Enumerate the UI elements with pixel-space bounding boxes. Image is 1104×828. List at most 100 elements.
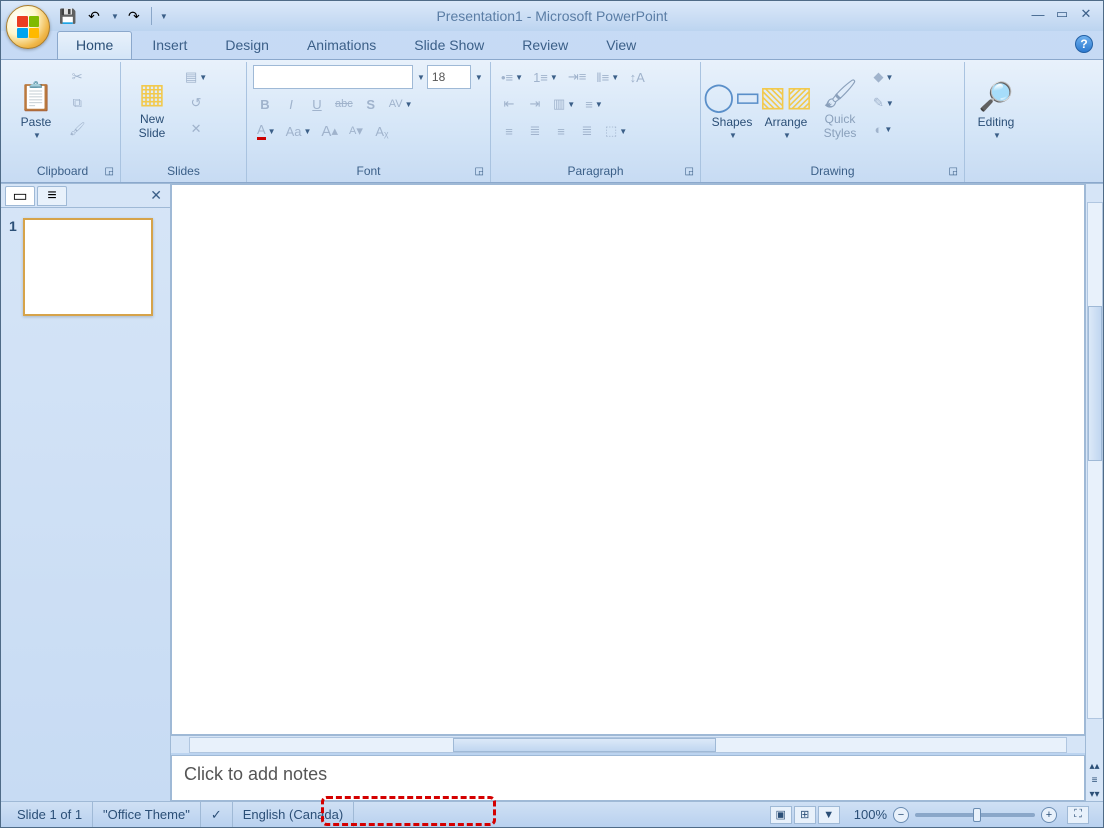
line-spacing-button[interactable]: ‖≡▼ <box>592 65 623 89</box>
redo-icon[interactable]: ↷ <box>123 5 145 27</box>
fit-window-button[interactable]: ⛶ <box>1067 806 1089 824</box>
columns-button[interactable]: ▥▼ <box>549 92 579 116</box>
scissors-icon: ✂ <box>72 69 83 85</box>
slide-layout-button[interactable]: ▤▼ <box>181 65 211 89</box>
quick-styles-button[interactable]: 🖌 Quick Styles <box>815 65 865 143</box>
increase-indent-button[interactable]: ⇥ <box>523 92 547 116</box>
hscroll-thumb[interactable] <box>453 738 716 752</box>
change-case-button[interactable]: Aa▼ <box>282 119 316 143</box>
tab-home[interactable]: Home <box>57 31 132 59</box>
theme-name[interactable]: "Office Theme" <box>93 802 201 827</box>
thumbnail-preview[interactable] <box>23 218 153 316</box>
normal-view-button[interactable]: ▣ <box>770 806 792 824</box>
hscroll-track[interactable] <box>189 737 1067 753</box>
tab-design[interactable]: Design <box>207 32 287 59</box>
numbering-button[interactable]: 1≡▼ <box>529 65 562 89</box>
horizontal-scrollbar[interactable] <box>171 735 1085 753</box>
shape-outline-button[interactable]: ✎▼ <box>869 91 898 115</box>
office-button[interactable] <box>6 5 50 49</box>
undo-dropdown-icon[interactable]: ▼ <box>111 12 119 21</box>
tab-review[interactable]: Review <box>504 32 586 59</box>
new-slide-button[interactable]: ▦ New Slide <box>127 65 177 143</box>
save-icon[interactable]: 💾 <box>57 5 79 27</box>
outline-tab-icon: ≡ <box>47 187 56 205</box>
slide-nav-button[interactable]: ≡ <box>1087 773 1103 787</box>
slides-tab[interactable]: ▭ <box>5 186 35 206</box>
font-dialog-launcher[interactable]: ◲ <box>475 166 484 177</box>
format-painter-button[interactable]: 🖌 <box>65 117 90 141</box>
group-label-editing <box>971 164 1029 182</box>
reset-slide-button[interactable]: ↺ <box>181 91 211 115</box>
bold-button[interactable]: B <box>253 92 277 116</box>
vertical-scrollbar[interactable]: ▴▴ ≡ ▾▾ <box>1085 184 1103 801</box>
grow-font-button[interactable]: A▴ <box>317 119 342 143</box>
zoom-knob[interactable] <box>973 808 981 822</box>
zoom-out-button[interactable]: − <box>893 807 909 823</box>
slide-thumbnail[interactable]: 1 <box>9 218 162 316</box>
thumbnail-list[interactable]: 1 <box>1 208 170 801</box>
close-button[interactable]: ✕ <box>1075 5 1097 23</box>
vscroll-thumb[interactable] <box>1088 306 1102 461</box>
minimize-button[interactable]: — <box>1027 5 1049 23</box>
align-text-button[interactable]: ≡▼ <box>581 92 607 116</box>
arrange-button[interactable]: ▧▨ Arrange▼ <box>761 65 811 143</box>
bullets-button[interactable]: •≡▼ <box>497 65 527 89</box>
paste-button[interactable]: 📋 Paste ▼ <box>11 65 61 143</box>
tab-slide-show[interactable]: Slide Show <box>396 32 502 59</box>
strike-button[interactable]: abc <box>331 92 357 116</box>
font-color-button[interactable]: A▼ <box>253 119 280 143</box>
clipboard-dialog-launcher[interactable]: ◲ <box>105 166 114 177</box>
sorter-view-button[interactable]: ⊞ <box>794 806 816 824</box>
undo-icon[interactable]: ↶ <box>83 5 105 27</box>
copy-button[interactable]: ⧉ <box>65 91 90 115</box>
list-level-button[interactable]: ⇥≡ <box>564 65 590 89</box>
align-right-button[interactable]: ≡ <box>549 119 573 143</box>
language-status[interactable]: English (Canada) <box>233 802 354 827</box>
decrease-indent-button[interactable]: ⇤ <box>497 92 521 116</box>
outline-tab[interactable]: ≡ <box>37 186 67 206</box>
underline-button[interactable]: U <box>305 92 329 116</box>
tab-view[interactable]: View <box>588 32 654 59</box>
delete-slide-button[interactable]: ✕ <box>181 117 211 141</box>
font-name-dropdown-icon[interactable]: ▼ <box>417 73 425 82</box>
maximize-button[interactable]: ▭ <box>1051 5 1073 23</box>
help-button[interactable]: ? <box>1075 35 1093 53</box>
justify-button[interactable]: ≣ <box>575 119 599 143</box>
cut-button[interactable]: ✂ <box>65 65 90 89</box>
tab-animations[interactable]: Animations <box>289 32 394 59</box>
editing-button[interactable]: 🔎 Editing▼ <box>971 65 1021 143</box>
shrink-font-button[interactable]: A▾ <box>344 119 368 143</box>
tab-insert[interactable]: Insert <box>134 32 205 59</box>
font-name-combo[interactable] <box>253 65 413 89</box>
shapes-button[interactable]: ◯▭ Shapes▼ <box>707 65 757 143</box>
align-left-button[interactable]: ≡ <box>497 119 521 143</box>
slide-canvas[interactable] <box>171 184 1085 735</box>
slide-count[interactable]: Slide 1 of 1 <box>7 802 93 827</box>
qat-customize-icon[interactable]: ▼ <box>160 12 168 21</box>
zoom-slider[interactable] <box>915 813 1035 817</box>
prev-slide-button[interactable]: ▴▴ <box>1087 759 1103 773</box>
shadow-button[interactable]: S <box>359 92 383 116</box>
slideshow-view-button[interactable]: ▼ <box>818 806 840 824</box>
font-size-combo[interactable]: 18 <box>427 65 471 89</box>
vscroll-track[interactable] <box>1087 202 1103 719</box>
notes-pane[interactable]: Click to add notes <box>171 755 1085 801</box>
text-direction-button[interactable]: ↕A <box>625 65 649 89</box>
font-size-dropdown-icon[interactable]: ▼ <box>475 73 483 82</box>
binoculars-icon: 🔎 <box>979 80 1014 113</box>
shape-fill-button[interactable]: ◆▼ <box>869 65 898 89</box>
spellcheck-status[interactable]: ✓ <box>201 802 233 827</box>
panel-close-button[interactable]: ✕ <box>146 187 166 204</box>
convert-smartart-button[interactable]: ⬚▼ <box>601 119 631 143</box>
next-slide-button[interactable]: ▾▾ <box>1087 787 1103 801</box>
clear-formatting-button[interactable]: Aᵪ <box>370 119 394 143</box>
char-spacing-button[interactable]: AV▼ <box>385 92 417 116</box>
paste-label: Paste <box>21 115 52 129</box>
paragraph-dialog-launcher[interactable]: ◲ <box>685 166 694 177</box>
align-center-button[interactable]: ≣ <box>523 119 547 143</box>
drawing-dialog-launcher[interactable]: ◲ <box>949 166 958 177</box>
zoom-in-button[interactable]: + <box>1041 807 1057 823</box>
zoom-level[interactable]: 100% <box>854 807 887 822</box>
italic-button[interactable]: I <box>279 92 303 116</box>
shape-effects-button[interactable]: ◐▼ <box>869 117 898 141</box>
